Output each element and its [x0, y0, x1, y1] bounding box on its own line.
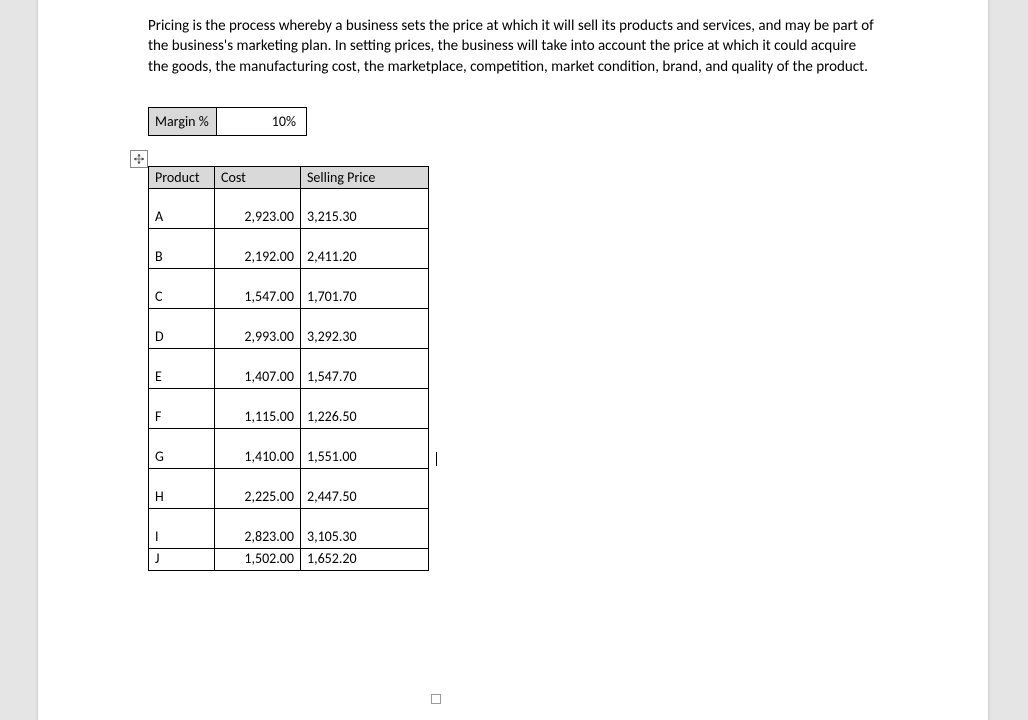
table-row: D2,993.003,292.30 [149, 308, 429, 348]
table-row: E1,407.001,547.70 [149, 348, 429, 388]
cell-cost[interactable]: 2,192.00 [215, 228, 301, 268]
cell-cost[interactable]: 1,407.00 [215, 348, 301, 388]
table-row: A2,923.003,215.30 [149, 188, 429, 228]
document-page: Pricing is the process whereby a busines… [38, 0, 988, 720]
table-row: C1,547.001,701.70 [149, 268, 429, 308]
cell-product[interactable]: A [149, 188, 215, 228]
table-row: J1,502.001,652.20 [149, 548, 429, 570]
cell-product[interactable]: C [149, 268, 215, 308]
table-row: B2,192.002,411.20 [149, 228, 429, 268]
table-move-handle-icon[interactable] [130, 150, 148, 168]
cell-price[interactable]: 3,292.30 [301, 308, 429, 348]
cell-price[interactable]: 1,551.00 [301, 428, 429, 468]
cell-price[interactable]: 1,701.70 [301, 268, 429, 308]
cell-price[interactable]: 3,105.30 [301, 508, 429, 548]
cell-cost[interactable]: 2,923.00 [215, 188, 301, 228]
header-cost[interactable]: Cost [215, 166, 301, 188]
cell-cost[interactable]: 1,502.00 [215, 548, 301, 570]
cell-product[interactable]: H [149, 468, 215, 508]
cell-cost[interactable]: 1,410.00 [215, 428, 301, 468]
cell-cost[interactable]: 2,993.00 [215, 308, 301, 348]
cell-product[interactable]: F [149, 388, 215, 428]
table-row: F1,115.001,226.50 [149, 388, 429, 428]
header-product[interactable]: Product [149, 166, 215, 188]
margin-label-cell[interactable]: Margin % [149, 107, 217, 135]
table-header-row: Product Cost Selling Price [149, 166, 429, 188]
cell-cost[interactable]: 2,225.00 [215, 468, 301, 508]
cell-cost[interactable]: 1,547.00 [215, 268, 301, 308]
cell-product[interactable]: D [149, 308, 215, 348]
cell-product[interactable]: E [149, 348, 215, 388]
pricing-table[interactable]: Product Cost Selling Price A2,923.003,21… [148, 166, 429, 571]
cell-price[interactable]: 1,547.70 [301, 348, 429, 388]
text-cursor [436, 452, 437, 466]
table-row: I2,823.003,105.30 [149, 508, 429, 548]
cell-product[interactable]: B [149, 228, 215, 268]
table-row: G1,410.001,551.00 [149, 428, 429, 468]
table-row: H2,225.002,447.50 [149, 468, 429, 508]
cell-cost[interactable]: 1,115.00 [215, 388, 301, 428]
cell-product[interactable]: G [149, 428, 215, 468]
cell-price[interactable]: 2,447.50 [301, 468, 429, 508]
margin-table[interactable]: Margin % 10% [148, 107, 307, 136]
cell-cost[interactable]: 2,823.00 [215, 508, 301, 548]
table-resize-handle-icon[interactable] [431, 694, 441, 704]
intro-paragraph: Pricing is the process whereby a busines… [148, 16, 878, 77]
cell-price[interactable]: 2,411.20 [301, 228, 429, 268]
cell-product[interactable]: J [149, 548, 215, 570]
margin-value-cell[interactable]: 10% [217, 107, 307, 135]
cell-product[interactable]: I [149, 508, 215, 548]
cell-price[interactable]: 1,652.20 [301, 548, 429, 570]
cell-price[interactable]: 3,215.30 [301, 188, 429, 228]
cell-price[interactable]: 1,226.50 [301, 388, 429, 428]
header-price[interactable]: Selling Price [301, 166, 429, 188]
